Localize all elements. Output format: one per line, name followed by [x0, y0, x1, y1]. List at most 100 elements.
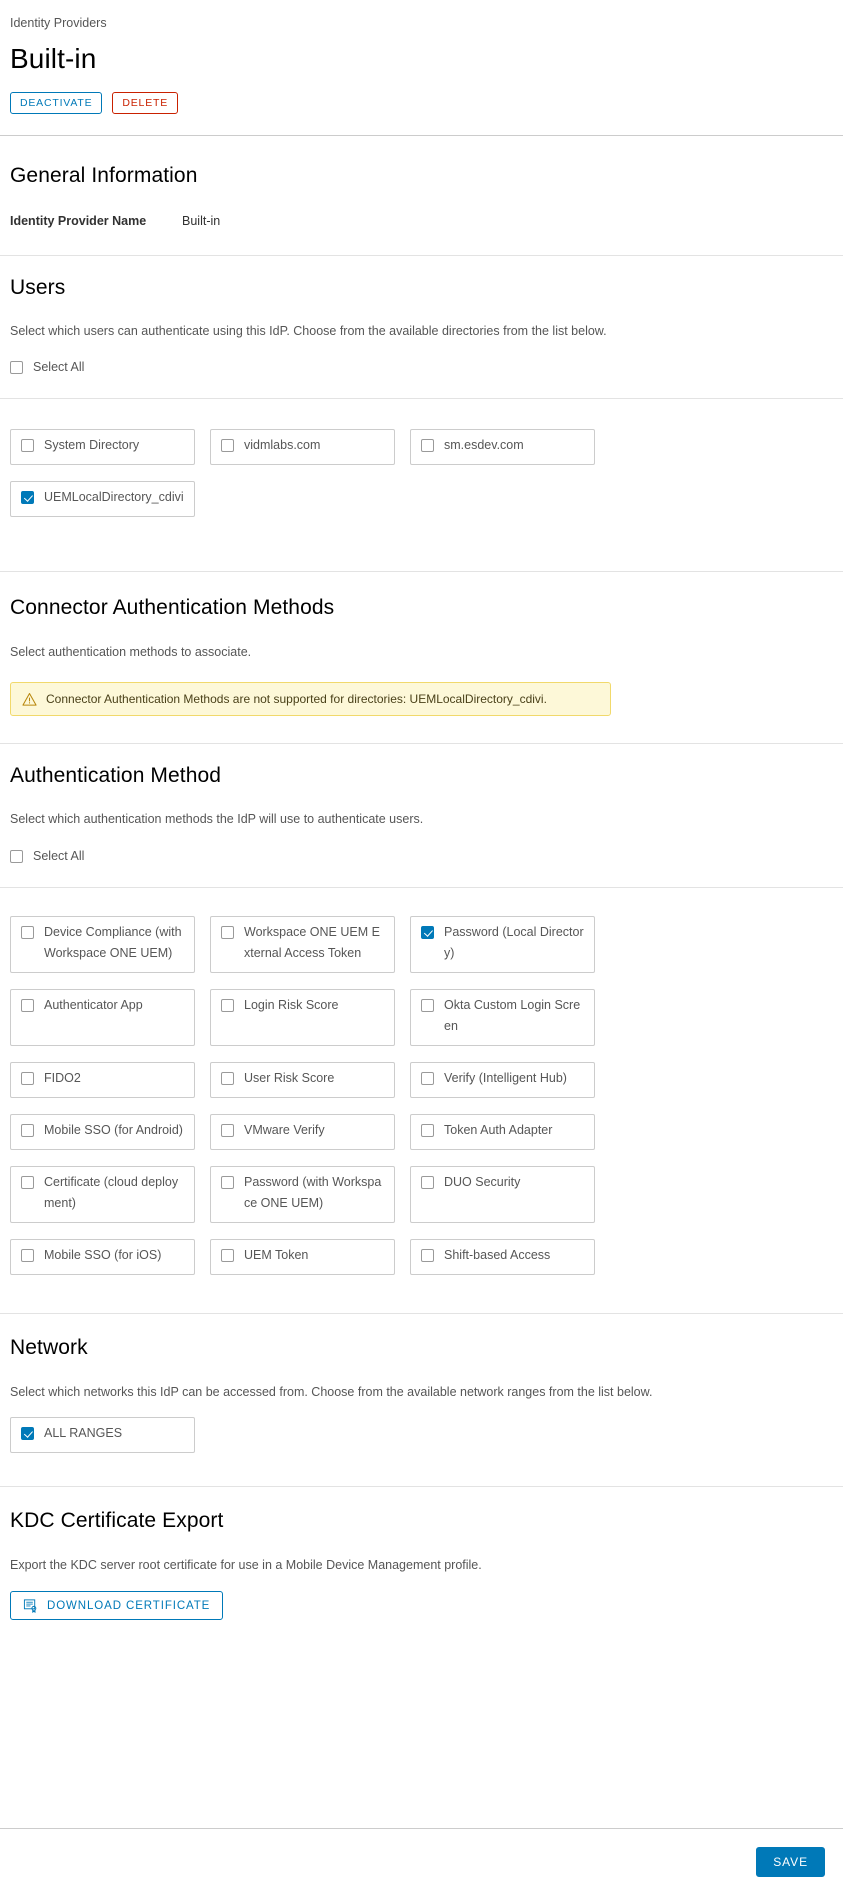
- authentication-method-title: Authentication Method: [10, 764, 222, 787]
- page-footer: SAVE: [0, 1828, 843, 1894]
- authentication-method-tile[interactable]: Authenticator App: [10, 989, 195, 1046]
- authentication-method-checkbox[interactable]: [421, 1249, 434, 1262]
- identity-provider-name-row: Identity Provider Name Built-in: [10, 214, 833, 228]
- directory-checkbox[interactable]: [421, 439, 434, 452]
- network-range-tile[interactable]: ALL RANGES: [10, 1417, 195, 1453]
- certificate-icon: [23, 1599, 37, 1613]
- authentication-method-checkbox[interactable]: [221, 1249, 234, 1262]
- directory-tile[interactable]: System Directory: [10, 429, 195, 465]
- header-action-buttons: DEACTIVATE DELETE: [10, 92, 833, 114]
- authentication-method-select-all[interactable]: Select All: [10, 849, 84, 863]
- authentication-method-label: Certificate (cloud deployment): [44, 1175, 179, 1210]
- authentication-method-checkbox[interactable]: [221, 1124, 234, 1137]
- network-range-checkbox[interactable]: [21, 1427, 34, 1440]
- authentication-method-label: UEM Token: [244, 1248, 309, 1262]
- save-button[interactable]: SAVE: [756, 1846, 825, 1877]
- directory-tile[interactable]: UEMLocalDirectory_cdivi: [10, 481, 195, 517]
- authentication-method-tile[interactable]: Device Compliance (with Workspace ONE UE…: [10, 916, 195, 973]
- authentication-method-tile[interactable]: FIDO2: [10, 1062, 195, 1098]
- authentication-method-tile[interactable]: Shift-based Access: [410, 1239, 595, 1275]
- deactivate-button[interactable]: DEACTIVATE: [10, 92, 103, 114]
- users-description: Select which users can authenticate usin…: [10, 324, 607, 338]
- directory-label: UEMLocalDirectory_cdivi: [44, 490, 184, 504]
- directory-tile[interactable]: sm.esdev.com: [410, 429, 595, 465]
- authentication-method-checkbox[interactable]: [421, 999, 434, 1012]
- authentication-method-checkbox[interactable]: [421, 1072, 434, 1085]
- users-select-all-checkbox[interactable]: [10, 360, 23, 374]
- authentication-method-tile[interactable]: Verify (Intelligent Hub): [410, 1062, 595, 1098]
- authentication-method-label: Okta Custom Login Screen: [444, 998, 581, 1033]
- connector-authentication-methods-title: Connector Authentication Methods: [10, 596, 335, 619]
- download-certificate-button[interactable]: DOWNLOAD CERTIFICATE: [10, 1591, 224, 1620]
- identity-provider-name-label: Identity Provider Name: [10, 214, 147, 228]
- authentication-method-tile[interactable]: UEM Token: [210, 1239, 395, 1275]
- authentication-method-checkbox[interactable]: [21, 1176, 34, 1189]
- authentication-method-label: VMware Verify: [244, 1123, 325, 1137]
- users-select-all[interactable]: Select All: [10, 360, 84, 374]
- authentication-method-label: Password (with Workspace ONE UEM): [244, 1175, 382, 1210]
- authentication-method-checkbox[interactable]: [21, 926, 34, 939]
- network-range-label: ALL RANGES: [44, 1426, 123, 1440]
- breadcrumb[interactable]: Identity Providers: [10, 14, 833, 32]
- authentication-method-select-all-checkbox[interactable]: [10, 849, 23, 863]
- directory-tile-grid: System Directory vidmlabs.com sm.esdev.com…: [10, 429, 833, 517]
- authentication-method-label: Mobile SSO (for iOS): [44, 1248, 162, 1262]
- authentication-method-label: Login Risk Score: [244, 998, 339, 1012]
- users-title: Users: [10, 276, 66, 299]
- authentication-method-tile[interactable]: Token Auth Adapter: [410, 1114, 595, 1150]
- directory-checkbox[interactable]: [21, 491, 34, 504]
- connector-authentication-methods-section: Connector Authentication Methods Select …: [0, 572, 843, 716]
- authentication-method-label: Authenticator App: [44, 998, 143, 1012]
- authentication-method-tile-grid: Device Compliance (with Workspace ONE UE…: [10, 916, 833, 1275]
- page-title: Built-in: [10, 43, 97, 74]
- authentication-method-checkbox[interactable]: [21, 999, 34, 1012]
- authentication-method-checkbox[interactable]: [221, 1072, 234, 1085]
- download-certificate-label: DOWNLOAD CERTIFICATE: [47, 1599, 211, 1612]
- authentication-method-checkbox[interactable]: [221, 999, 234, 1012]
- warning-triangle-icon: [22, 692, 37, 706]
- kdc-certificate-export-section: KDC Certificate Export Export the KDC se…: [0, 1487, 843, 1620]
- network-range-grid: ALL RANGES: [10, 1417, 833, 1453]
- authentication-method-tile[interactable]: Okta Custom Login Screen: [410, 989, 595, 1046]
- authentication-method-tile[interactable]: Login Risk Score: [210, 989, 395, 1046]
- directory-tile[interactable]: vidmlabs.com: [210, 429, 395, 465]
- authentication-method-checkbox[interactable]: [21, 1124, 34, 1137]
- authentication-method-tile[interactable]: Workspace ONE UEM External Access Token: [210, 916, 395, 973]
- authentication-method-tile[interactable]: VMware Verify: [210, 1114, 395, 1150]
- authentication-method-description: Select which authentication methods the …: [10, 812, 424, 826]
- authentication-method-tile[interactable]: Password (with Workspace ONE UEM): [210, 1166, 395, 1223]
- directory-checkbox[interactable]: [221, 439, 234, 452]
- authentication-method-tile[interactable]: Certificate (cloud deployment): [10, 1166, 195, 1223]
- general-information-title: General Information: [10, 164, 198, 187]
- directory-label: sm.esdev.com: [444, 438, 524, 452]
- authentication-method-label: Password (Local Directory): [444, 925, 584, 960]
- authentication-method-checkbox[interactable]: [221, 1176, 234, 1189]
- authentication-method-checkbox[interactable]: [21, 1249, 34, 1262]
- authentication-method-label: Mobile SSO (for Android): [44, 1123, 183, 1137]
- users-select-all-label: Select All: [33, 360, 85, 374]
- authentication-method-tiles-section: Device Compliance (with Workspace ONE UE…: [0, 888, 843, 1313]
- authentication-method-checkbox[interactable]: [21, 1072, 34, 1085]
- authentication-method-label: Token Auth Adapter: [444, 1123, 553, 1137]
- delete-button[interactable]: DELETE: [112, 92, 179, 114]
- directory-label: System Directory: [44, 438, 140, 452]
- authentication-method-checkbox[interactable]: [421, 1124, 434, 1137]
- directory-tiles-section: System Directory vidmlabs.com sm.esdev.com…: [0, 399, 843, 571]
- directory-checkbox[interactable]: [21, 439, 34, 452]
- authentication-method-label: FIDO2: [44, 1071, 81, 1085]
- network-description: Select which networks this IdP can be ac…: [10, 1385, 653, 1399]
- users-section: Users Select which users can authenticat…: [0, 256, 843, 374]
- authentication-method-checkbox[interactable]: [421, 1176, 434, 1189]
- connector-warning-text: Connector Authentication Methods are not…: [46, 692, 547, 706]
- authentication-method-checkbox[interactable]: [421, 926, 434, 939]
- authentication-method-tile[interactable]: Mobile SSO (for Android): [10, 1114, 195, 1150]
- authentication-method-tile[interactable]: DUO Security: [410, 1166, 595, 1223]
- kdc-certificate-export-title: KDC Certificate Export: [10, 1509, 224, 1532]
- page-header: Identity Providers Built-in DEACTIVATE D…: [0, 0, 843, 114]
- authentication-method-tile[interactable]: User Risk Score: [210, 1062, 395, 1098]
- connector-warning-banner: Connector Authentication Methods are not…: [10, 682, 611, 716]
- authentication-method-checkbox[interactable]: [221, 926, 234, 939]
- authentication-method-tile[interactable]: Password (Local Directory): [410, 916, 595, 973]
- general-information-section: General Information Identity Provider Na…: [0, 136, 843, 228]
- authentication-method-tile[interactable]: Mobile SSO (for iOS): [10, 1239, 195, 1275]
